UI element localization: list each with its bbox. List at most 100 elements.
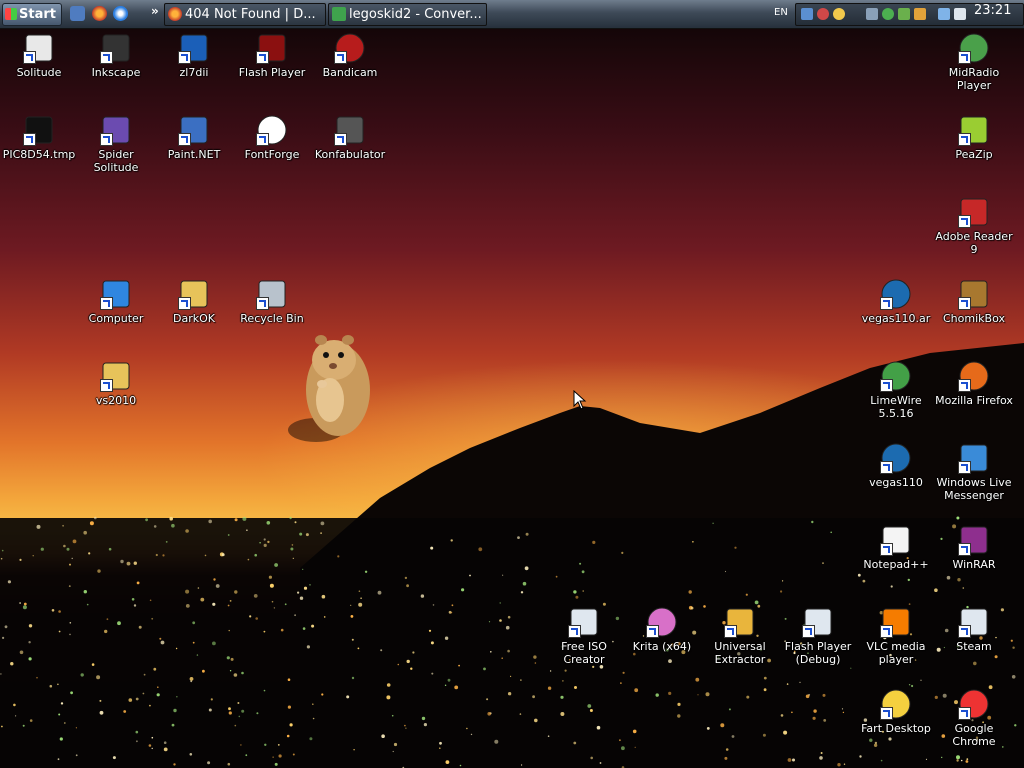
desktop-icon-label: Mozilla Firefox: [935, 394, 1013, 407]
city-light: [245, 754, 248, 757]
desktop-icon[interactable]: DarkOK: [155, 278, 233, 325]
desktop-icon[interactable]: Inkscape: [77, 32, 155, 79]
city-light: [377, 590, 382, 595]
city-light: [358, 590, 361, 592]
desktop-icon[interactable]: vegas110: [857, 442, 935, 489]
security-tray-icon[interactable]: [914, 8, 926, 20]
city-light: [842, 711, 845, 714]
city-light: [254, 553, 257, 557]
show-desktop-icon[interactable]: [70, 6, 85, 21]
desktop-icon[interactable]: vegas110.ar: [857, 278, 935, 325]
task-button-firefox[interactable]: 404 Not Found | D...: [164, 3, 326, 26]
antivirus-tray-icon[interactable]: [817, 8, 829, 20]
city-light: [72, 539, 77, 544]
desktop-icon[interactable]: FontForge: [233, 114, 311, 161]
internet-explorer-icon[interactable]: [113, 6, 128, 21]
city-light: [381, 734, 385, 738]
desktop-icon[interactable]: Krita (x64): [623, 606, 701, 653]
city-light: [706, 727, 710, 730]
city-light: [230, 657, 234, 661]
volume-tray-icon[interactable]: [954, 8, 966, 20]
city-light: [486, 698, 489, 701]
city-light: [263, 543, 267, 548]
city-light: [469, 574, 471, 577]
city-light: [227, 604, 230, 607]
city-light: [621, 551, 624, 555]
desktop-icon[interactable]: PIC8D54.tmp: [0, 114, 78, 161]
city-light: [458, 664, 460, 667]
desktop-icon[interactable]: Universal Extractor: [701, 606, 779, 666]
city-light: [763, 688, 767, 692]
update-tray-icon[interactable]: [898, 8, 910, 20]
desktop-icon-label: vs2010: [95, 394, 137, 407]
task-button-converter[interactable]: legoskid2 - Conver...: [328, 3, 487, 26]
city-light: [357, 647, 360, 650]
city-light: [71, 557, 73, 560]
desktop-icon[interactable]: zl7dii: [155, 32, 233, 79]
city-light: [229, 600, 232, 602]
city-light: [32, 555, 34, 557]
start-button[interactable]: Start: [2, 3, 62, 26]
city-light: [634, 746, 636, 748]
desktop-icon[interactable]: Fart Desktop: [857, 688, 935, 735]
city-light: [555, 575, 558, 578]
desktop-icon[interactable]: PeaZip: [935, 114, 1013, 161]
desktop-icon[interactable]: ChomikBox: [935, 278, 1013, 325]
desktop-icon[interactable]: Steam: [935, 606, 1013, 653]
desktop-icon-label: PIC8D54.tmp: [2, 148, 76, 161]
desktop-icon[interactable]: Computer: [77, 278, 155, 325]
city-light: [142, 692, 145, 695]
desktop-icon-label: Google Chrome: [952, 722, 996, 748]
city-light: [677, 702, 681, 707]
desktop-icon[interactable]: VLC media player: [857, 606, 935, 666]
desktop-icon[interactable]: MidRadio Player: [935, 32, 1013, 92]
desktop-icon-label: vegas110: [869, 476, 923, 489]
quicklaunch-more-button[interactable]: »: [151, 4, 159, 18]
city-light: [520, 591, 524, 594]
desktop-icon[interactable]: Google Chrome: [935, 688, 1013, 748]
desktop-icon[interactable]: Spider Solitude: [77, 114, 155, 174]
network-connection-tray-icon[interactable]: [938, 8, 950, 20]
midradio-icon: [958, 32, 990, 64]
desktop-icon-label: Flash Player (Debug): [784, 640, 852, 666]
extractor-box-icon: [724, 606, 756, 638]
messenger-icon: [958, 442, 990, 474]
firefox-icon[interactable]: [92, 6, 107, 21]
language-indicator[interactable]: EN: [774, 7, 788, 18]
desktop-icon[interactable]: Free ISO Creator: [545, 606, 623, 666]
flash-player-icon: [256, 32, 288, 64]
desktop-icon[interactable]: Paint.NET: [155, 114, 233, 161]
city-light: [263, 538, 266, 541]
display-tray-icon[interactable]: [866, 8, 878, 20]
shortcut-arrow-icon: [958, 215, 971, 228]
city-light: [525, 532, 529, 536]
user-tray-icon[interactable]: [882, 8, 894, 20]
desktop-icon[interactable]: Adobe Reader 9: [935, 196, 1013, 256]
desktop-icon[interactable]: Solitude: [0, 32, 78, 79]
desktop-icon[interactable]: Bandicam: [311, 32, 389, 79]
desktop-icon[interactable]: vs2010: [77, 360, 155, 407]
desktop-icon[interactable]: Recycle Bin: [233, 278, 311, 325]
smiley-icon: [880, 688, 912, 720]
city-light: [0, 557, 3, 560]
network-tray-icon[interactable]: [801, 8, 813, 20]
desktop-icon[interactable]: Notepad++: [857, 524, 935, 571]
city-light: [29, 719, 33, 722]
city-light: [263, 630, 266, 633]
city-light: [228, 707, 231, 711]
city-light: [850, 667, 852, 669]
messenger-tray-icon[interactable]: [833, 8, 845, 20]
desktop-icon[interactable]: Windows Live Messenger: [935, 442, 1013, 502]
city-light: [190, 680, 193, 683]
desktop[interactable]: Solitude Inkscape zl7dii Flash Player Bandic…: [0, 28, 1024, 768]
desktop-icon[interactable]: Flash Player: [233, 32, 311, 79]
city-light: [294, 614, 296, 617]
clock[interactable]: 23:21: [974, 3, 1011, 18]
desktop-icon[interactable]: Konfabulator: [311, 114, 389, 161]
desktop-icon[interactable]: LimeWire 5.5.16: [857, 360, 935, 420]
desktop-icon[interactable]: Mozilla Firefox: [935, 360, 1013, 407]
city-light: [321, 693, 324, 696]
desktop-icon[interactable]: Flash Player (Debug): [779, 606, 857, 666]
desktop-icon[interactable]: WinRAR: [935, 524, 1013, 571]
city-light: [890, 585, 893, 588]
